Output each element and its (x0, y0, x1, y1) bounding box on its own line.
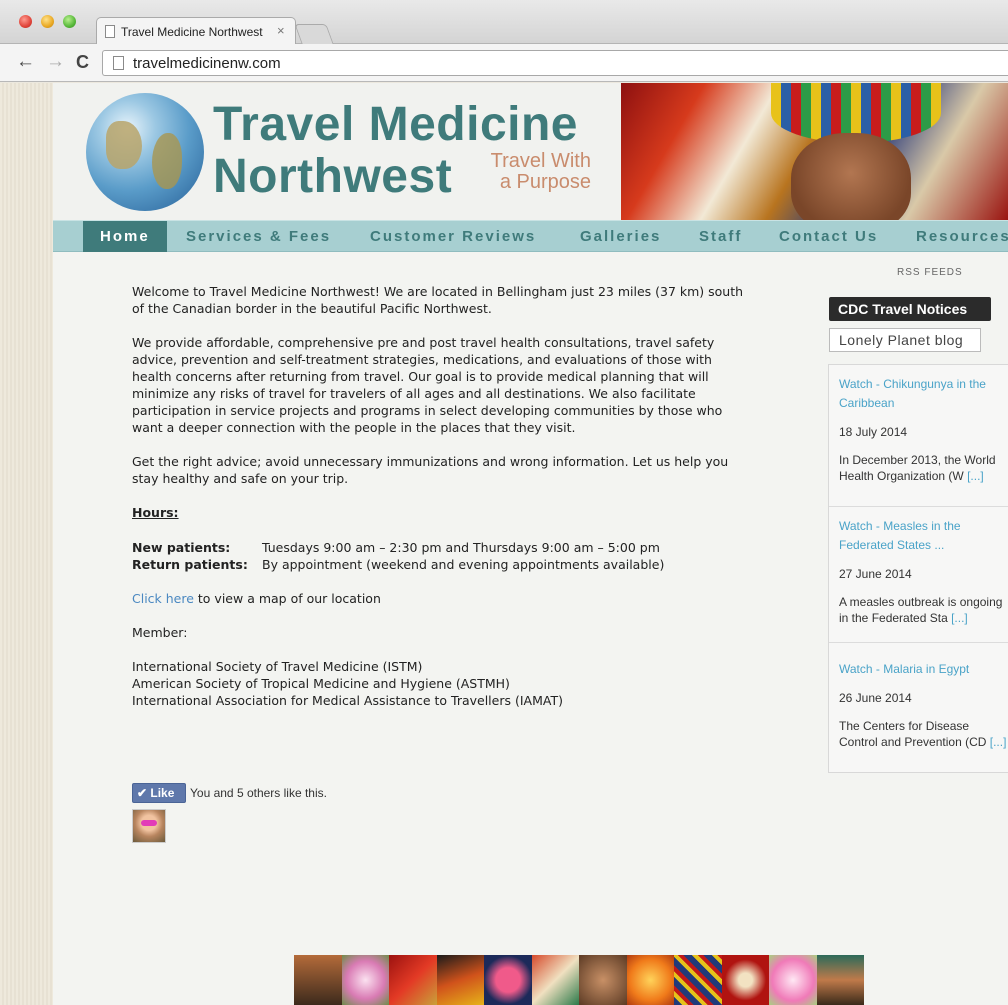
browser-tab-bar: Travel Medicine Northwest × (0, 0, 1008, 45)
feed-item: Watch - Measles in the Federated States … (839, 517, 1008, 626)
strip-photo (769, 955, 817, 1005)
tab-lonely-planet-blog[interactable]: Lonely Planet blog (829, 328, 981, 352)
close-window-icon[interactable] (19, 15, 32, 28)
feed-item-date: 18 July 2014 (839, 425, 908, 439)
member-item: American Society of Tropical Medicine an… (132, 676, 510, 691)
divider (829, 642, 1008, 643)
return-patients-value: By appointment (weekend and evening appo… (262, 557, 665, 572)
back-icon[interactable]: ← (16, 51, 35, 73)
hours-return-patients: Return patients: By appointment (weekend… (132, 556, 747, 573)
feed-item-date: 26 June 2014 (839, 691, 912, 705)
new-patients-value: Tuesdays 9:00 am – 2:30 pm and Thursdays… (262, 540, 660, 555)
page-icon (105, 25, 115, 38)
site-container: Travel Medicine Northwest Travel With a … (53, 83, 1008, 1005)
strip-photo (674, 955, 722, 1005)
feed-item-excerpt: In December 2013, the World Health Organ… (839, 453, 996, 483)
main-nav: Home Services & Fees Customer Reviews Ga… (53, 220, 1008, 252)
strip-photo (626, 955, 674, 1005)
feed-item-excerpt: The Centers for Disease Control and Prev… (839, 719, 1007, 749)
services-paragraph: We provide affordable, comprehensive pre… (132, 335, 723, 435)
feed-item-title[interactable]: Watch - Measles in the Federated States … (839, 517, 1008, 555)
map-line: Click here to view a map of our location (132, 590, 747, 607)
member-item: International Society of Travel Medicine… (132, 659, 423, 674)
feed-item-excerpt: A measles outbreak is ongoing in the Fed… (839, 595, 1003, 625)
forward-icon[interactable]: → (46, 51, 65, 73)
strip-photo (389, 955, 437, 1005)
rss-feeds-heading: RSS FEEDS (897, 267, 963, 278)
hours-new-patients: New patients: Tuesdays 9:00 am – 2:30 pm… (132, 539, 747, 556)
main-content: Welcome to Travel Medicine Northwest! We… (132, 283, 747, 709)
hero-image (621, 83, 1008, 220)
nav-services-fees[interactable]: Services & Fees (186, 221, 331, 252)
member-list: International Society of Travel Medicine… (132, 658, 747, 709)
read-more-link[interactable]: [...] (951, 611, 968, 625)
tab-close-icon[interactable]: × (277, 23, 285, 38)
new-patients-label: New patients: (132, 540, 231, 555)
nav-galleries[interactable]: Galleries (580, 221, 661, 252)
feed-item-title[interactable]: Watch - Malaria in Egypt (839, 660, 1008, 679)
map-link[interactable]: Click here (132, 591, 194, 606)
url-text[interactable]: travelmedicinenw.com (133, 55, 281, 72)
page-background: Travel Medicine Northwest Travel With a … (0, 83, 1008, 1005)
feed-item: Watch - Malaria in Egypt 26 June 2014 Th… (839, 660, 1008, 750)
hero-face (791, 133, 911, 220)
strip-photo (816, 955, 864, 1005)
globe-logo[interactable] (86, 93, 204, 211)
browser-toolbar: ← → C travelmedicinenw.com (0, 44, 1008, 82)
feed-item-title[interactable]: Watch - Chikungunya in the Caribbean (839, 375, 1008, 413)
divider (829, 506, 1008, 507)
feed-list: Watch - Chikungunya in the Caribbean 18 … (828, 364, 1008, 773)
member-label: Member: (132, 625, 188, 640)
nav-home[interactable]: Home (83, 221, 167, 252)
site-tagline: Travel With a Purpose (473, 151, 591, 193)
tagline-line2: a Purpose (499, 171, 591, 193)
new-tab-button[interactable] (294, 24, 334, 44)
hours-heading: Hours: (132, 505, 179, 520)
strip-photo (436, 955, 484, 1005)
site-header: Travel Medicine Northwest Travel With a … (53, 83, 1008, 220)
advice-paragraph: Get the right advice; avoid unnecessary … (132, 454, 729, 486)
tab-cdc-travel-notices[interactable]: CDC Travel Notices (829, 297, 991, 321)
read-more-link[interactable]: [...] (967, 469, 984, 483)
strip-photo (484, 955, 532, 1005)
member-item: International Association for Medical As… (132, 693, 563, 708)
browser-tab[interactable]: Travel Medicine Northwest × (96, 17, 296, 45)
tab-title: Travel Medicine Northwest (121, 25, 263, 39)
photo-strip (294, 955, 864, 1005)
return-patients-label: Return patients: (132, 557, 248, 572)
read-more-link[interactable]: [...] (990, 735, 1007, 749)
nav-contact-us[interactable]: Contact Us (779, 221, 878, 252)
page-icon (113, 56, 124, 70)
strip-photo (531, 955, 579, 1005)
address-bar[interactable]: travelmedicinenw.com (102, 50, 1008, 76)
intro-paragraph: Welcome to Travel Medicine Northwest! We… (132, 284, 744, 316)
strip-photo (721, 955, 769, 1005)
map-text: to view a map of our location (193, 591, 381, 606)
nav-customer-reviews[interactable]: Customer Reviews (370, 221, 536, 252)
strip-photo (579, 955, 627, 1005)
strip-photo (341, 955, 389, 1005)
feed-item-date: 27 June 2014 (839, 567, 912, 581)
like-button[interactable]: ✔ Like (132, 783, 186, 803)
site-title-line2[interactable]: Northwest (213, 149, 452, 204)
site-title-line1[interactable]: Travel Medicine (213, 97, 578, 152)
tagline-line1: Travel With (490, 150, 591, 172)
nav-staff[interactable]: Staff (699, 221, 742, 252)
maximize-window-icon[interactable] (63, 15, 76, 28)
strip-photo (294, 955, 342, 1005)
reload-icon[interactable]: C (76, 51, 89, 73)
like-count-text: You and 5 others like this. (190, 786, 327, 800)
nav-resources[interactable]: Resources (916, 221, 1008, 252)
feed-item: Watch - Chikungunya in the Caribbean 18 … (839, 375, 1008, 484)
avatar[interactable] (132, 809, 166, 843)
minimize-window-icon[interactable] (41, 15, 54, 28)
